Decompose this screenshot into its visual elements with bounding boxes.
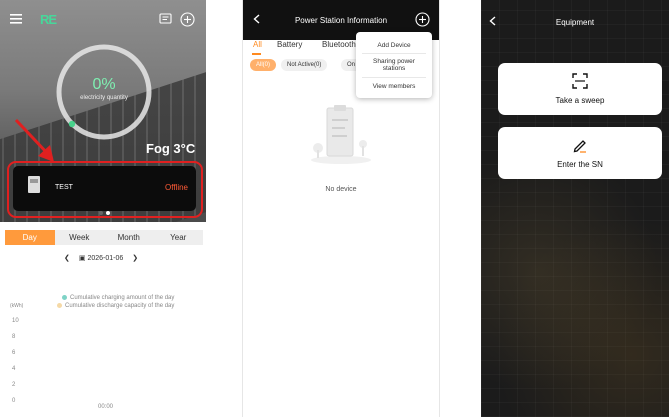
menu-divider: [362, 53, 426, 54]
menu-item-sharing-stations[interactable]: Sharing power stations: [356, 58, 432, 72]
power-station-screen: Power Station Information All Battery Bl…: [242, 0, 440, 417]
device-name: TEST: [55, 184, 73, 191]
empty-state-text: No device: [325, 186, 357, 193]
scan-icon: [572, 73, 588, 89]
device-status: Offline: [165, 183, 188, 192]
y-tick: 4: [12, 366, 16, 372]
calendar-icon: ▣: [78, 255, 86, 262]
inverter-icon: [28, 176, 40, 193]
page-title: Power Station Information: [294, 16, 388, 25]
tab-month[interactable]: Month: [104, 230, 154, 245]
tab-bluetooth[interactable]: Bluetooth: [322, 40, 356, 49]
date-selector: ❮ ▣ 2026-01-06 ❯: [64, 254, 138, 262]
chart-legend: Cumulative charging amount of the day Cu…: [57, 294, 174, 310]
y-tick: 10: [12, 318, 19, 324]
next-date-icon[interactable]: ❯: [132, 254, 138, 262]
app-logo: RE: [40, 12, 57, 27]
date-value: 2026-01-06: [87, 255, 124, 262]
menu-item-add-device[interactable]: Add Device: [356, 42, 432, 49]
enter-sn-button[interactable]: Enter the SN: [498, 127, 662, 179]
tab-week[interactable]: Week: [55, 230, 105, 245]
empty-clipboard-icon: [311, 105, 371, 164]
legend-item-charge: Cumulative charging amount of the day: [62, 294, 174, 302]
y-tick: 6: [12, 350, 16, 356]
y-tick: 8: [12, 334, 16, 340]
pager-dots: [99, 202, 113, 220]
red-arrow-annotation: [14, 118, 54, 162]
page-title: Equipment: [555, 18, 595, 27]
x-tick: 00:00: [98, 404, 114, 410]
enter-sn-label: Enter the SN: [557, 160, 603, 169]
tab-battery[interactable]: Battery: [277, 40, 302, 49]
add-icon[interactable]: [415, 12, 430, 27]
prev-date-icon[interactable]: ❮: [64, 254, 70, 262]
menu-item-view-members[interactable]: View members: [356, 83, 432, 90]
take-sweep-button[interactable]: Take a sweep: [498, 63, 662, 115]
y-axis-unit: (kWh): [10, 303, 24, 309]
add-menu-dropdown: Add Device Sharing power stations View m…: [356, 32, 432, 98]
tab-day[interactable]: Day: [5, 230, 55, 245]
gauge-value: 0%: [92, 76, 116, 93]
menu-divider: [362, 77, 426, 78]
y-tick: 0: [12, 398, 16, 404]
y-tick: 2: [12, 382, 16, 388]
message-icon[interactable]: [159, 13, 172, 25]
menu-icon[interactable]: [10, 14, 22, 24]
gauge-label: electricity quantity: [80, 95, 128, 101]
tab-all[interactable]: All: [253, 40, 262, 49]
add-icon[interactable]: [180, 12, 195, 27]
tab-underline: [252, 53, 261, 55]
filter-all[interactable]: All(0): [250, 59, 277, 71]
tab-year[interactable]: Year: [154, 230, 204, 245]
pencil-icon: [573, 140, 586, 153]
period-tabs: Day Week Month Year: [5, 230, 203, 245]
filter-not-active[interactable]: Not Active(0): [281, 59, 328, 71]
home-screen: RE 0% electricity quantity Fog 3°C TEST …: [0, 0, 206, 417]
legend-item-discharge: Cumulative discharge capacity of the day: [57, 302, 174, 310]
equipment-screen: Equipment Take a sweep Enter the SN: [481, 0, 669, 417]
weather-text: Fog 3°C: [146, 141, 196, 156]
date-display[interactable]: ▣ 2026-01-06: [79, 254, 123, 262]
take-sweep-label: Take a sweep: [555, 96, 605, 105]
device-card[interactable]: TEST Offline: [13, 166, 196, 215]
